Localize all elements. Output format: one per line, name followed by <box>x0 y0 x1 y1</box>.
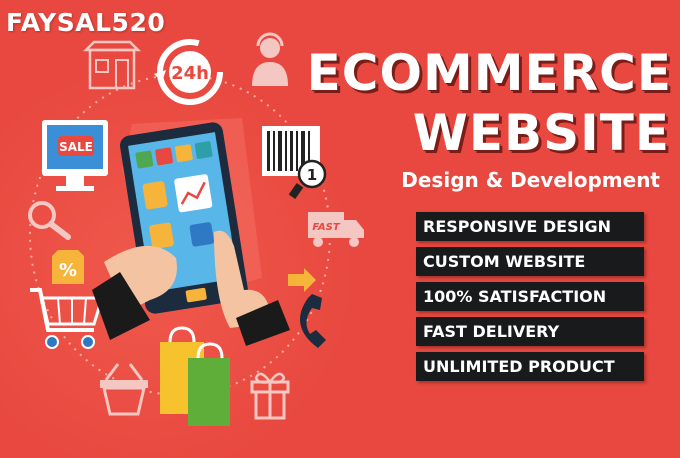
monitor-sale-icon: SALE <box>42 120 108 191</box>
feature-list: RESPONSIVE DESIGN CUSTOM WEBSITE 100% SA… <box>416 212 644 387</box>
barcode-scanner-icon: 1 <box>262 126 327 200</box>
barcode-number: 1 <box>307 166 317 184</box>
delivery-truck-icon: FAST <box>308 212 364 247</box>
feature-item: FAST DELIVERY <box>416 317 644 346</box>
truck-label: FAST <box>312 222 340 233</box>
banner: 24h SALE 1 FAST % FAYSAL520 ECOMMERCE WE… <box>0 0 680 458</box>
clock-label: 24h <box>171 63 209 84</box>
gift-icon <box>250 372 290 420</box>
headline-line2: WEBSITE <box>412 104 670 162</box>
feature-item: 100% SATISFACTION <box>416 282 644 311</box>
support-agent-icon <box>252 32 288 86</box>
headline-subtitle: Design & Development <box>401 168 660 192</box>
basket-icon <box>100 363 148 416</box>
phone-icon <box>288 268 326 348</box>
feature-item: CUSTOM WEBSITE <box>416 247 644 276</box>
sale-label: SALE <box>59 140 93 154</box>
shopping-cart-icon <box>30 288 105 349</box>
percent-label: % <box>59 260 77 281</box>
brand-name: FAYSAL520 <box>6 8 166 37</box>
feature-item: UNLIMITED PRODUCT <box>416 352 644 381</box>
shopping-bags-icon <box>160 326 230 426</box>
percent-tag-icon: % <box>52 250 84 284</box>
feature-item: RESPONSIVE DESIGN <box>416 212 644 241</box>
headline-line1: ECOMMERCE <box>306 44 672 102</box>
store-icon <box>82 40 142 90</box>
clock-24h-icon: 24h <box>154 39 223 105</box>
magnifier-icon <box>28 201 71 240</box>
